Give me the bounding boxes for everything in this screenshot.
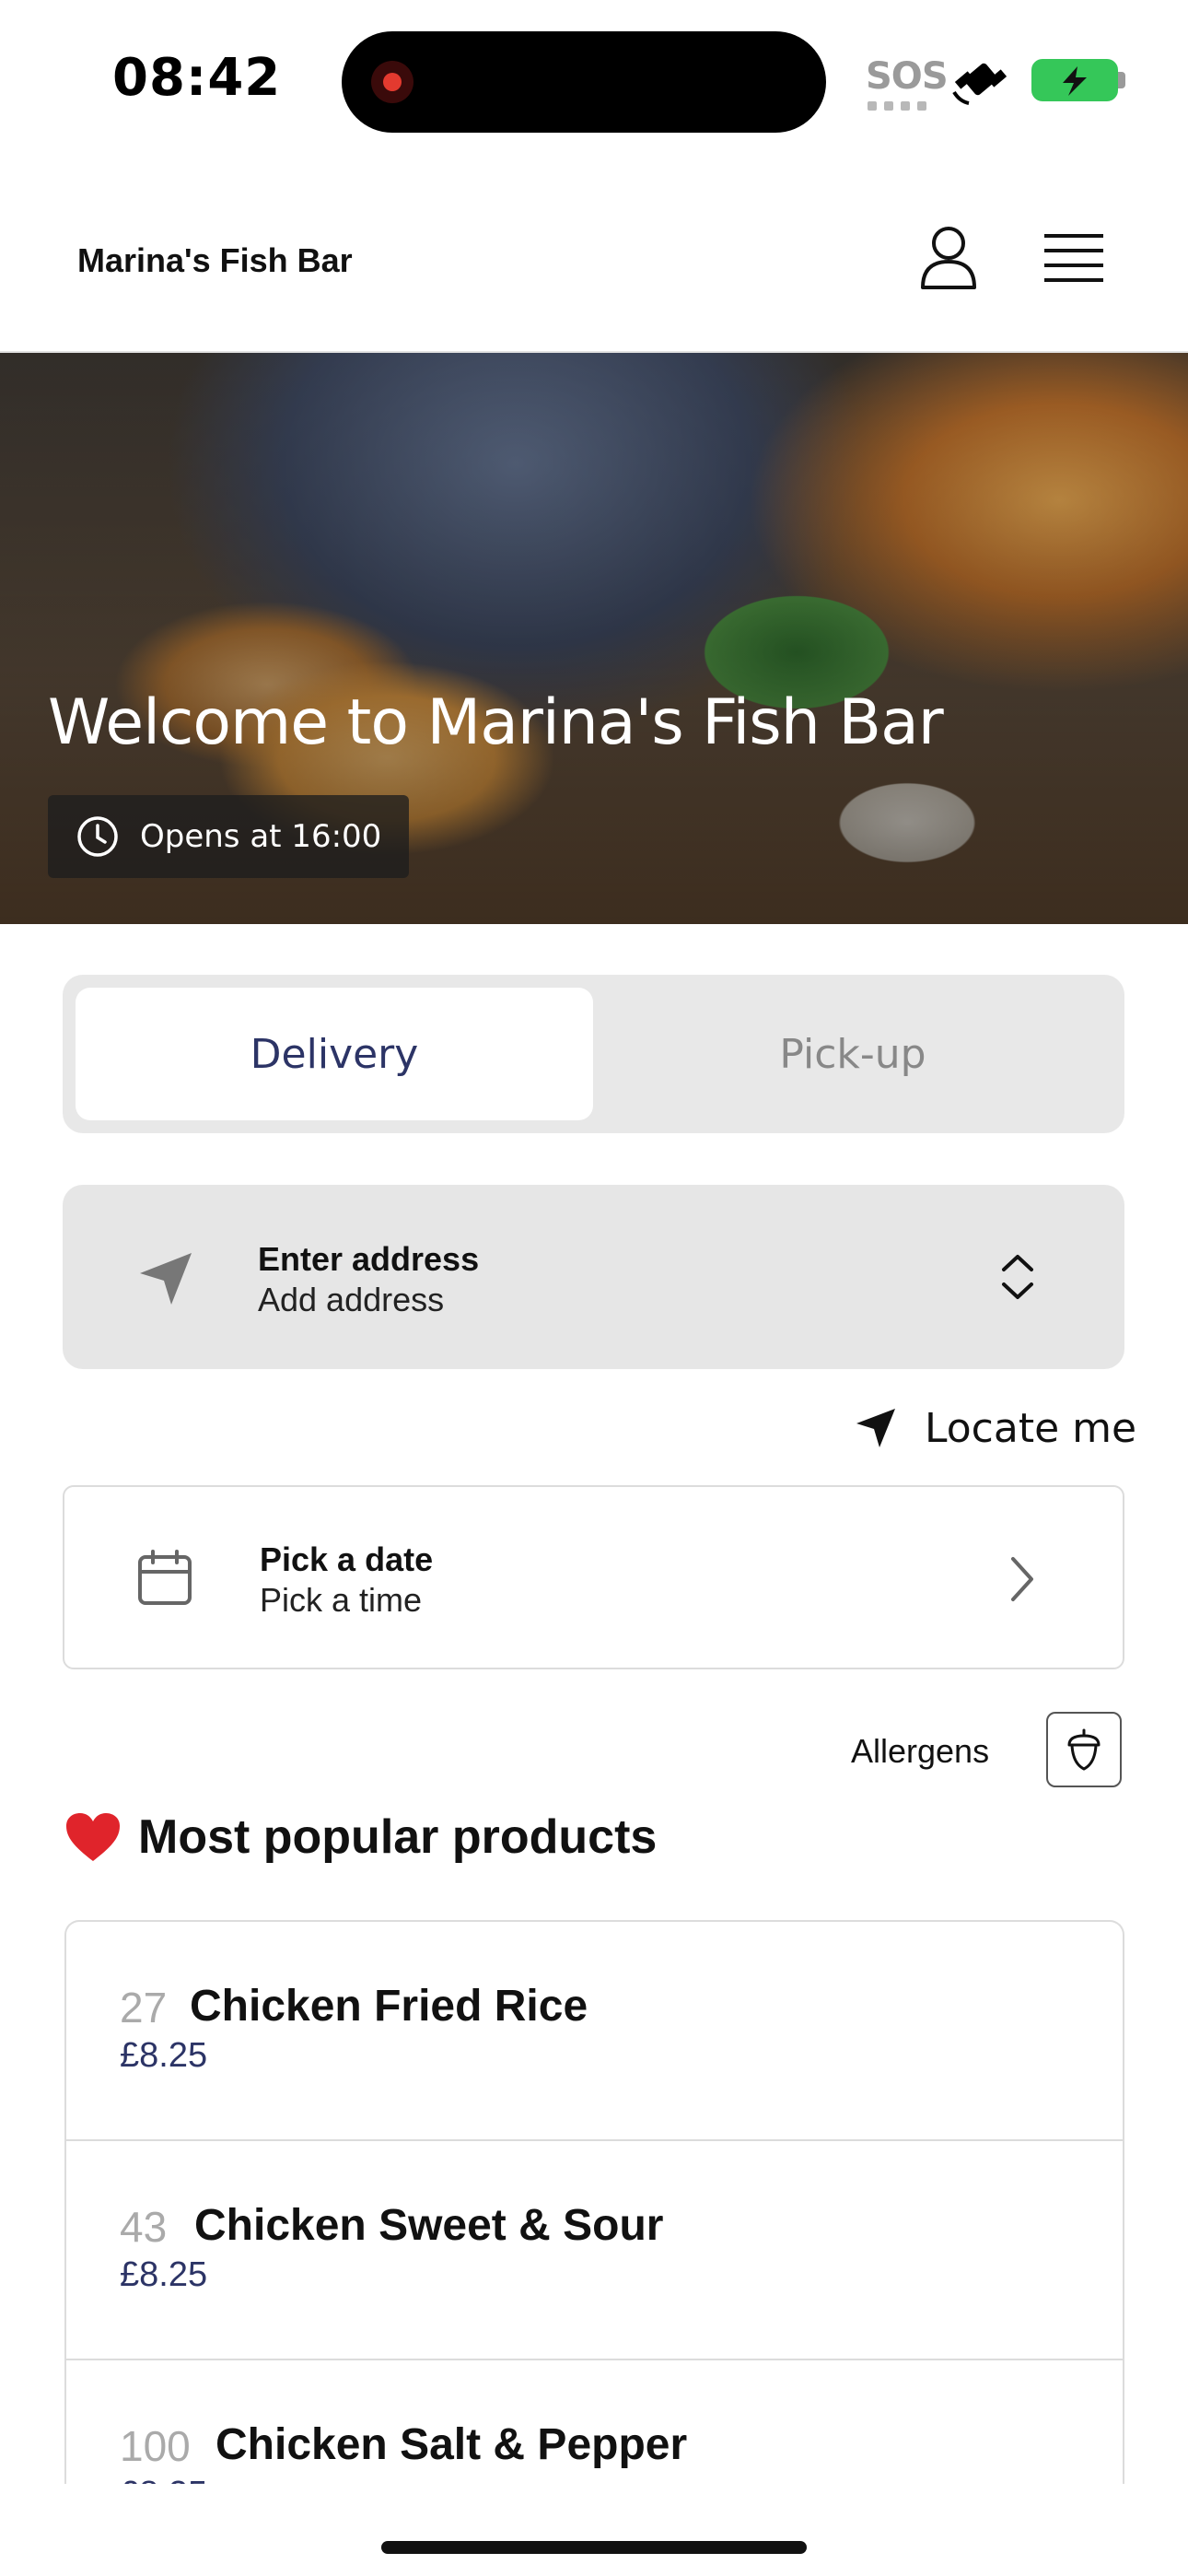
- address-title: Enter address: [258, 1240, 480, 1278]
- tab-pickup[interactable]: Pick-up: [594, 988, 1112, 1120]
- locate-me-label: Locate me: [925, 1404, 1137, 1452]
- tab-delivery[interactable]: Delivery: [76, 988, 593, 1120]
- brand-name[interactable]: Marina's Fish Bar: [77, 241, 353, 280]
- product-name: Chicken Fried Rice: [190, 1982, 588, 2031]
- acorn-icon: [1067, 1728, 1101, 1771]
- dynamic-island: [342, 31, 826, 133]
- product-name: Chicken Salt & Pepper: [215, 2420, 688, 2469]
- location-arrow-icon: [140, 1253, 192, 1305]
- battery-icon: [1031, 59, 1118, 101]
- locate-me-button[interactable]: Locate me: [855, 1402, 1136, 1454]
- opening-hours-badge: Opens at 16:00: [48, 795, 410, 878]
- heart-icon: [66, 1813, 120, 1861]
- date-title: Pick a date: [260, 1540, 434, 1578]
- sos-label: SOS: [866, 55, 949, 98]
- address-selector[interactable]: Enter address Add address: [63, 1185, 1124, 1369]
- hero-banner: Welcome to Marina's Fish Bar Opens at 16…: [0, 353, 1188, 924]
- recording-indicator-icon: [371, 61, 413, 103]
- allergens-button[interactable]: [1046, 1712, 1122, 1787]
- order-mode-toggle: Delivery Pick-up: [63, 975, 1124, 1133]
- opening-hours-text: Opens at 16:00: [140, 818, 382, 855]
- date-time-picker[interactable]: Pick a date Pick a time: [63, 1485, 1124, 1669]
- signal-dots-icon: [868, 101, 926, 111]
- product-list: 27 Chicken Fried Rice £8.25 43 Chicken S…: [64, 1920, 1124, 2484]
- calendar-icon: [138, 1550, 192, 1605]
- product-row[interactable]: 43 Chicken Sweet & Sour £8.25: [66, 2141, 1123, 2360]
- battery-tip: [1118, 72, 1125, 88]
- product-name: Chicken Sweet & Sour: [194, 2201, 664, 2250]
- home-indicator[interactable]: [381, 2541, 807, 2554]
- product-row[interactable]: 27 Chicken Fried Rice £8.25: [66, 1922, 1123, 2141]
- product-number: 43: [120, 2203, 168, 2251]
- status-time: 08:42: [112, 48, 282, 108]
- date-subtitle: Pick a time: [260, 1581, 423, 1619]
- chevron-up-down-icon: [1002, 1255, 1033, 1299]
- product-number: 100: [120, 2422, 191, 2470]
- satellite-icon: [952, 63, 1007, 105]
- address-subtitle: Add address: [258, 1281, 445, 1318]
- clock-icon: [77, 816, 118, 857]
- product-price: £8.25: [120, 2036, 208, 2075]
- navigation-arrow-icon: [856, 1409, 895, 1447]
- product-price: £8.25: [120, 2255, 208, 2294]
- allergens-label: Allergens: [851, 1732, 990, 1770]
- user-account-icon[interactable]: [919, 225, 978, 291]
- chevron-right-icon: [1011, 1557, 1033, 1601]
- popular-products-title: Most popular products: [138, 1810, 658, 1864]
- hamburger-menu-icon[interactable]: [1044, 230, 1103, 286]
- product-row[interactable]: 100 Chicken Salt & Pepper £8.25: [66, 2360, 1123, 2484]
- hero-title: Welcome to Marina's Fish Bar: [48, 686, 944, 759]
- product-number: 27: [120, 1984, 168, 2032]
- product-price: £8.25: [120, 2475, 207, 2484]
- popular-products-heading: Most popular products: [64, 1809, 657, 1865]
